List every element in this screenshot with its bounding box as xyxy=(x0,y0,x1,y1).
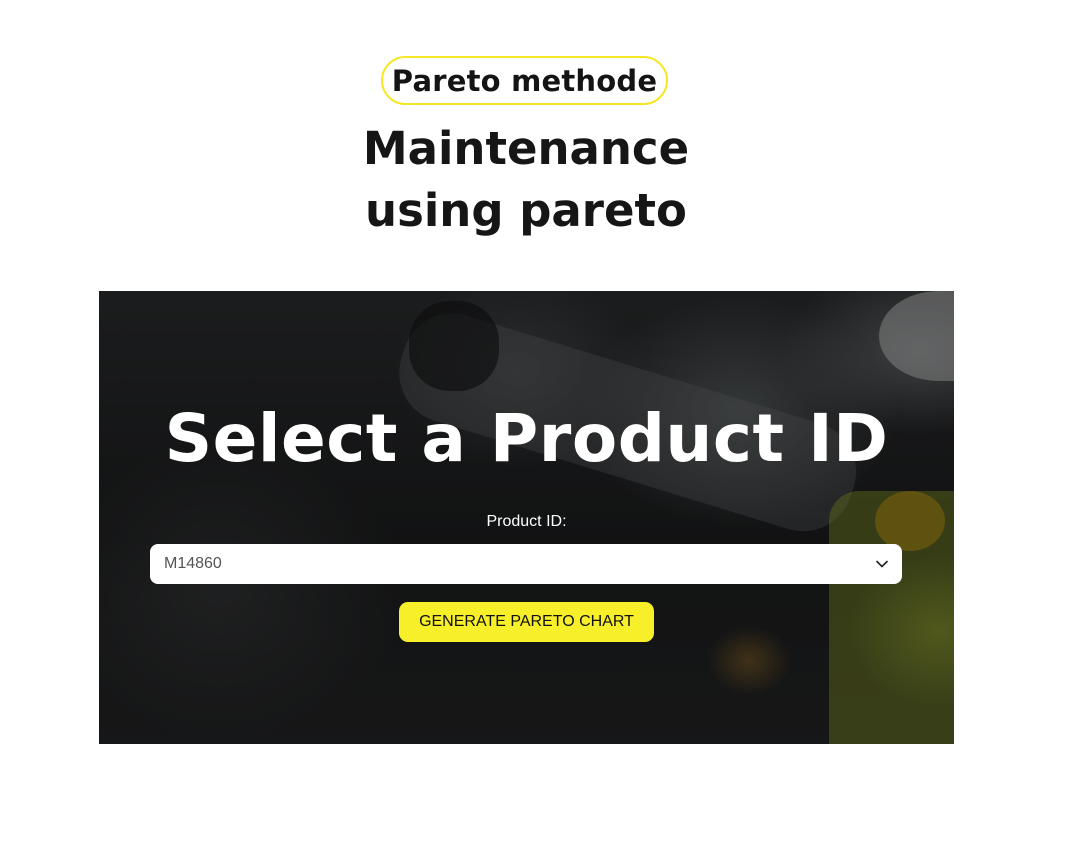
chevron-down-icon xyxy=(876,558,888,570)
hero-section: Select a Product ID Product ID: M14860 G… xyxy=(99,291,954,744)
hero-heading: Select a Product ID xyxy=(164,400,889,477)
badge-pareto-methode: Pareto methode xyxy=(381,56,668,105)
badge-label: Pareto methode xyxy=(391,63,658,98)
page-title-line-2: using pareto xyxy=(365,184,687,237)
page-title: Maintenance using pareto xyxy=(0,118,1052,242)
product-id-label: Product ID: xyxy=(486,513,567,530)
generate-pareto-chart-button[interactable]: GENERATE PARETO CHART xyxy=(399,602,654,642)
product-id-select[interactable]: M14860 xyxy=(150,544,902,584)
page-title-line-1: Maintenance xyxy=(362,122,690,175)
product-id-select-value: M14860 xyxy=(164,555,222,572)
page: Pareto methode Maintenance using pareto … xyxy=(0,0,1072,854)
